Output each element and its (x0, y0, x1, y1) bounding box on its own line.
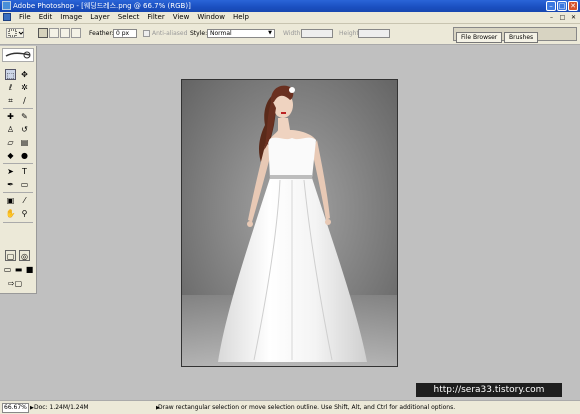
toolbox-divider (3, 192, 33, 193)
anti-aliased-label: Anti-aliased (152, 30, 188, 37)
zoom-tool-icon[interactable]: ⚲ (19, 208, 30, 219)
jump-to-imageready-icon[interactable]: ⇨▢ (5, 278, 25, 289)
doc-restore-button[interactable]: □ (558, 13, 567, 22)
menu-filter[interactable]: Filter (143, 12, 168, 23)
quick-mask-mode-icon[interactable]: ◎ (19, 250, 30, 261)
feather-label: Feather: (89, 30, 114, 37)
menu-help[interactable]: Help (229, 12, 253, 23)
width-input[interactable] (301, 29, 333, 38)
full-screen-menu-mode-icon[interactable]: ▬ (13, 264, 24, 275)
add-selection-button[interactable] (49, 28, 59, 38)
feather-input[interactable]: 0 px (113, 29, 137, 38)
shape-tool-icon[interactable]: ▭ (19, 179, 30, 190)
menu-select[interactable]: Select (114, 12, 144, 23)
status-hint-text: Draw rectangular selection or move selec… (158, 404, 456, 411)
zoom-level-field[interactable]: 66.67% (2, 403, 29, 413)
palette-well: File Browser Brushes (453, 27, 577, 43)
crop-tool-icon[interactable]: ⌗ (5, 95, 16, 106)
healing-brush-tool-icon[interactable]: ✚ (5, 111, 16, 122)
clone-stamp-tool-icon[interactable]: ♙ (5, 124, 16, 135)
subtract-selection-button[interactable] (60, 28, 70, 38)
toolbox-modes: ▢ ◎ ▭ ▬ ■ ⇨▢ (0, 247, 37, 294)
tab-brushes[interactable]: Brushes (504, 32, 539, 43)
slice-tool-icon[interactable]: ∕ (19, 95, 30, 106)
full-screen-mode-icon[interactable]: ■ (24, 264, 35, 275)
document-icon[interactable] (3, 13, 11, 21)
marquee-tool-icon[interactable]: ⬚ (5, 69, 16, 80)
intersect-selection-button[interactable] (71, 28, 81, 38)
style-label: Style: (190, 30, 208, 37)
pen-tool-icon[interactable]: ✒ (5, 179, 16, 190)
menu-layer[interactable]: Layer (86, 12, 114, 23)
document-size-info: Doc: 1.24M/1.24M (34, 404, 89, 411)
move-tool-icon[interactable]: ✥ (19, 69, 30, 80)
wedding-dress-photo (182, 80, 397, 366)
blur-tool-icon[interactable]: ◆ (5, 150, 16, 161)
history-brush-tool-icon[interactable]: ↺ (19, 124, 30, 135)
status-bar: 66.67% ▶ Doc: 1.24M/1.24M ▶ Draw rectang… (0, 400, 580, 414)
toolbox-header[interactable] (2, 48, 34, 62)
brush-tool-icon[interactable]: ✎ (19, 111, 30, 122)
menu-image[interactable]: Image (56, 12, 86, 23)
feather-logo-icon (5, 51, 31, 59)
doc-minimize-button[interactable]: – (547, 13, 556, 22)
style-value: Normal (210, 30, 232, 37)
notes-tool-icon[interactable]: ▣ (5, 195, 16, 206)
toolbox-divider (3, 222, 33, 223)
menu-view[interactable]: View (169, 12, 194, 23)
document-canvas[interactable] (181, 79, 398, 367)
minimize-button[interactable]: – (546, 1, 556, 11)
width-label: Width: (283, 30, 303, 37)
close-button[interactable]: ✕ (568, 1, 578, 11)
title-bar: Adobe Photoshop - [웨딩드레스.png @ 66.7% (RG… (0, 0, 580, 12)
marquee-preset-icon (8, 29, 24, 37)
doc-close-button[interactable]: ✕ (569, 13, 578, 22)
maximize-button[interactable]: □ (557, 1, 567, 11)
new-selection-button[interactable] (38, 28, 48, 38)
magic-wand-tool-icon[interactable]: ✲ (19, 82, 30, 93)
eraser-tool-icon[interactable]: ▱ (5, 137, 16, 148)
type-tool-icon[interactable]: T (19, 166, 30, 177)
dodge-tool-icon[interactable]: ● (19, 150, 30, 161)
path-selection-tool-icon[interactable]: ➤ (5, 166, 16, 177)
hand-tool-icon[interactable]: ✋ (5, 208, 16, 219)
chevron-down-icon: ▼ (268, 30, 272, 36)
toolbox-divider (3, 108, 33, 109)
height-input[interactable] (358, 29, 390, 38)
toolbox-divider (3, 163, 33, 164)
lasso-tool-icon[interactable]: ℓ (5, 82, 16, 93)
menu-bar: File Edit Image Layer Select Filter View… (0, 12, 580, 24)
photoshop-app-icon[interactable] (2, 1, 11, 10)
gradient-tool-icon[interactable]: ▤ (19, 137, 30, 148)
standard-screen-mode-icon[interactable]: ▭ (2, 264, 13, 275)
eyedropper-tool-icon[interactable]: ⁄ (19, 195, 30, 206)
style-select[interactable]: Normal ▼ (207, 29, 275, 38)
tool-preset-picker[interactable] (6, 28, 24, 38)
menu-window[interactable]: Window (193, 12, 229, 23)
menu-edit[interactable]: Edit (35, 12, 57, 23)
options-bar: Feather: 0 px Anti-aliased Style: Normal… (0, 24, 580, 45)
window-title: Adobe Photoshop - [웨딩드레스.png @ 66.7% (RG… (13, 2, 191, 10)
watermark-url: http://sera33.tistory.com (416, 383, 562, 397)
standard-mode-icon[interactable]: ▢ (5, 250, 16, 261)
menu-file[interactable]: File (15, 12, 35, 23)
tab-file-browser[interactable]: File Browser (456, 32, 503, 43)
anti-aliased-checkbox[interactable] (143, 30, 150, 37)
